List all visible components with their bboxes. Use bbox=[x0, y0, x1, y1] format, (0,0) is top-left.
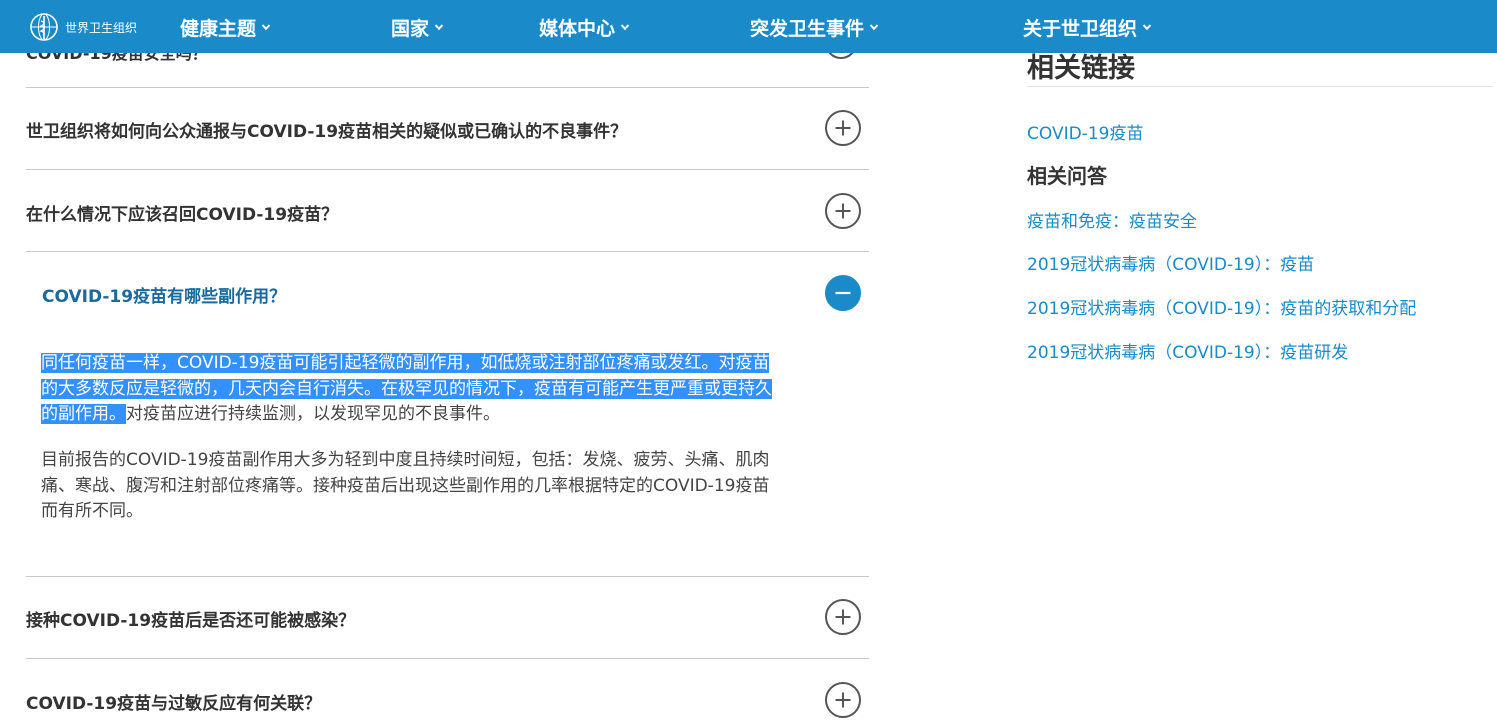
nav-item-about-who[interactable]: 关于世卫组织 bbox=[1023, 14, 1152, 40]
faq-divider bbox=[26, 658, 869, 659]
expand-button-1[interactable] bbox=[825, 110, 861, 146]
faq-question-4[interactable]: 接种COVID-19疫苗后是否还可能被感染？ bbox=[26, 606, 355, 631]
chevron-down-icon bbox=[869, 24, 879, 31]
chevron-down-icon bbox=[620, 24, 630, 31]
faq-question-1[interactable]: 世卫组织将如何向公众通报与COVID-19疫苗相关的疑似或已确认的不良事件？ bbox=[26, 117, 627, 142]
chevron-down-icon bbox=[434, 24, 444, 31]
top-navigation-bar: 世界卫生组织 健康主题 国家 媒体中心 突发卫生事件 关于世卫组织 bbox=[0, 0, 1497, 53]
nav-item-media-centre[interactable]: 媒体中心 bbox=[539, 14, 630, 40]
plus-icon bbox=[835, 203, 851, 219]
faq-divider bbox=[26, 251, 869, 252]
nav-item-label: 国家 bbox=[391, 17, 430, 40]
sidebar-divider bbox=[1027, 86, 1493, 87]
plus-icon bbox=[835, 692, 851, 708]
nav-item-countries[interactable]: 国家 bbox=[391, 14, 444, 40]
nav-item-label: 健康主题 bbox=[180, 17, 257, 40]
faq-answer-paragraph-2: 目前报告的COVID-19疫苗副作用大多为轻到中度且持续时间短，包括：发烧、疲劳… bbox=[41, 450, 770, 521]
faq-question-2[interactable]: 在什么情况下应该召回COVID-19疫苗？ bbox=[26, 200, 338, 225]
related-qa-link-4[interactable]: 2019冠状病毒病（COVID-19）：疫苗研发 bbox=[1027, 338, 1348, 363]
minus-icon bbox=[835, 291, 851, 295]
expand-button-5[interactable] bbox=[825, 682, 861, 718]
related-qa-link-1[interactable]: 疫苗和免疫：疫苗安全 bbox=[1027, 207, 1197, 232]
who-emblem-icon bbox=[30, 13, 58, 41]
related-qa-heading: 相关问答 bbox=[1027, 164, 1107, 188]
chevron-down-icon bbox=[1142, 24, 1152, 31]
collapse-button-3[interactable] bbox=[825, 275, 861, 311]
logo-text: 世界卫生组织 bbox=[65, 20, 138, 35]
faq-answer-paragraph-1: 同任何疫苗一样，COVID-19疫苗可能引起轻微的副作用，如低烧或注射部位疼痛或… bbox=[41, 351, 786, 428]
related-qa-link-2[interactable]: 2019冠状病毒病（COVID-19）：疫苗 bbox=[1027, 250, 1314, 275]
related-link-covid-vaccines[interactable]: COVID-19疫苗 bbox=[1027, 119, 1143, 144]
faq-divider bbox=[26, 576, 869, 577]
faq-question-3[interactable]: COVID-19疫苗有哪些副作用？ bbox=[42, 282, 286, 307]
chevron-down-icon bbox=[261, 24, 271, 31]
faq-divider bbox=[26, 169, 869, 170]
faq-divider bbox=[26, 87, 869, 88]
faq-question-5[interactable]: COVID-19疫苗与过敏反应有何关联？ bbox=[26, 689, 321, 714]
nav-item-emergencies[interactable]: 突发卫生事件 bbox=[750, 14, 879, 40]
nav-item-label: 突发卫生事件 bbox=[750, 17, 865, 40]
plus-icon bbox=[835, 120, 851, 136]
nav-item-health-topics[interactable]: 健康主题 bbox=[180, 14, 271, 40]
nav-item-label: 关于世卫组织 bbox=[1023, 17, 1138, 40]
plus-icon bbox=[835, 609, 851, 625]
expand-button-4[interactable] bbox=[825, 599, 861, 635]
related-qa-link-3[interactable]: 2019冠状病毒病（COVID-19）：疫苗的获取和分配 bbox=[1027, 294, 1416, 319]
answer-text: 对疫苗应进行持续监测，以发现罕见的不良事件。 bbox=[126, 404, 500, 424]
nav-item-label: 媒体中心 bbox=[539, 17, 616, 40]
who-logo[interactable]: 世界卫生组织 bbox=[29, 12, 137, 42]
expand-button-2[interactable] bbox=[825, 193, 861, 229]
